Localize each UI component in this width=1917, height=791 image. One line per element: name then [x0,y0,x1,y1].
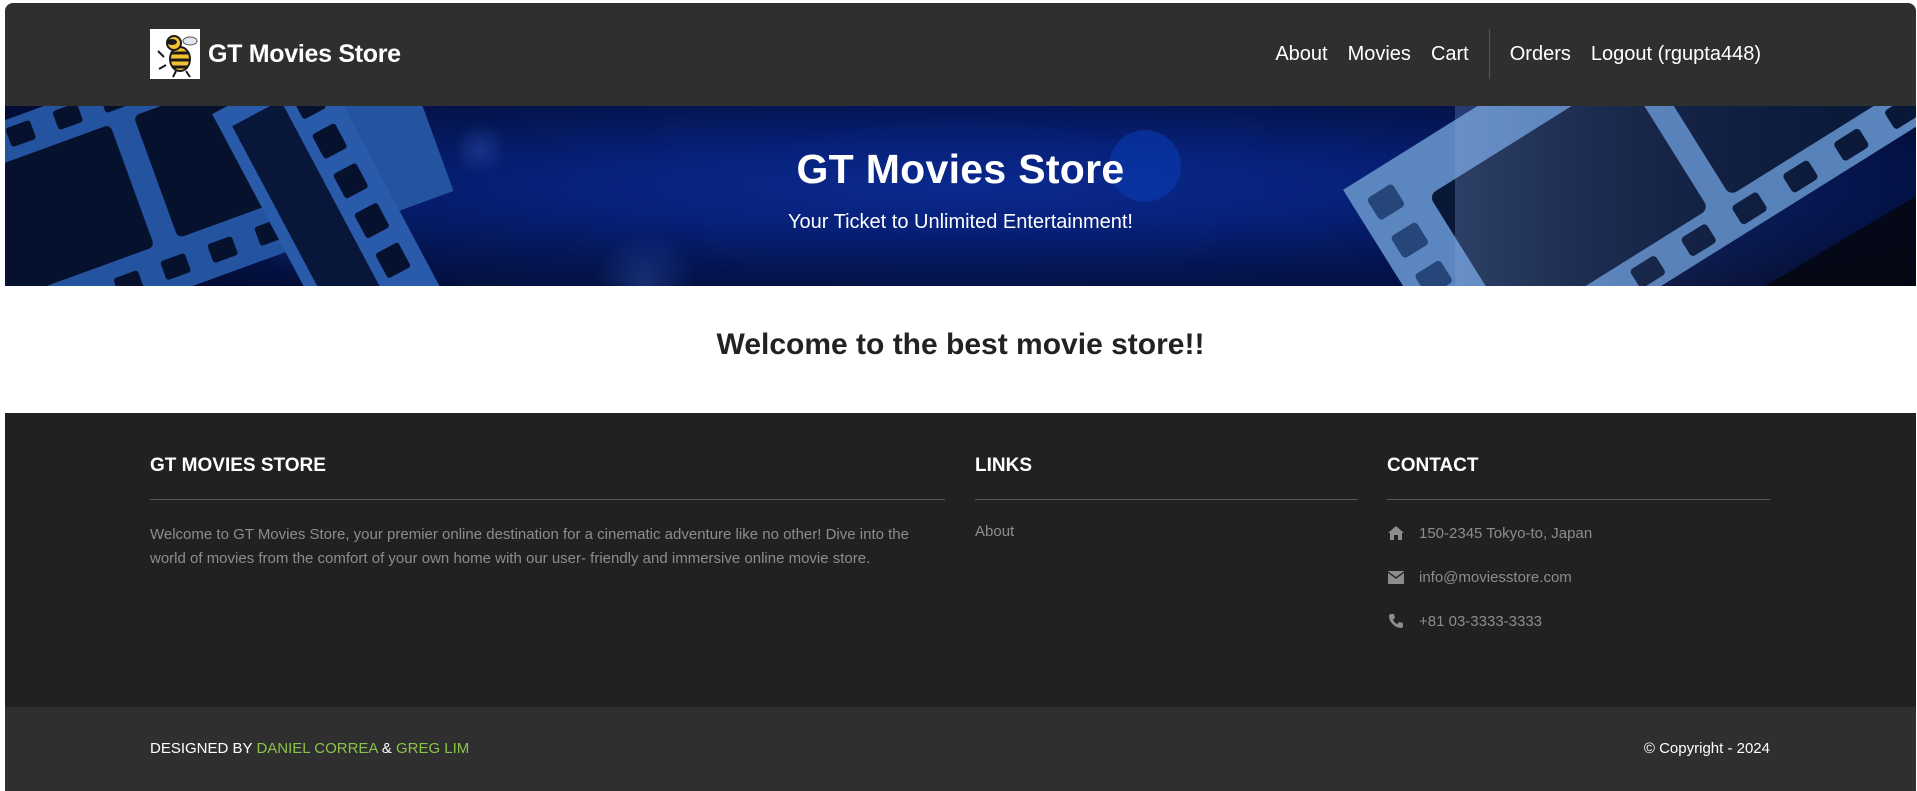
brand[interactable]: GT Movies Store [150,29,401,79]
brand-name: GT Movies Store [208,39,401,68]
home-icon [1387,524,1405,542]
welcome-section: Welcome to the best movie store!! [5,286,1916,413]
page-frame: GT Movies Store About Movies Cart Orders… [5,3,1916,791]
navbar: GT Movies Store About Movies Cart Orders… [5,3,1916,106]
nav-about[interactable]: About [1275,43,1327,66]
buzz-logo-icon [150,29,200,79]
hero-banner: GT Movies Store Your Ticket to Unlimited… [5,106,1916,286]
welcome-heading: Welcome to the best movie store!! [716,328,1205,361]
hero-subtitle: Your Ticket to Unlimited Entertainment! [788,211,1133,233]
contact-address-text: 150-2345 Tokyo-to, Japan [1419,524,1593,542]
phone-icon [1387,612,1405,630]
footer-contact-column: CONTACT 150-2345 Tokyo-to, Japan info@mo… [1387,455,1770,633]
footer-links-heading: LINKS [975,455,1358,500]
envelope-icon [1387,568,1405,586]
footer: GT MOVIES STORE Welcome to GT Movies Sto… [5,413,1916,707]
copyright: © Copyright - 2024 [1643,740,1770,757]
bottom-bar: DESIGNED BY DANIEL CORREA & GREG LIM © C… [5,707,1916,791]
contact-address: 150-2345 Tokyo-to, Japan [1387,521,1770,545]
nav-movies[interactable]: Movies [1348,43,1411,66]
nav-orders[interactable]: Orders [1510,43,1571,66]
nav-logout[interactable]: Logout (rgupta448) [1591,43,1761,66]
contact-email-text: info@moviesstore.com [1419,568,1572,586]
footer-about-heading: GT MOVIES STORE [150,455,945,500]
nav-divider [1488,29,1490,79]
footer-contact-heading: CONTACT [1387,455,1770,500]
contact-phone-text: +81 03-3333-3333 [1419,612,1543,630]
designed-by: DESIGNED BY DANIEL CORREA & GREG LIM [150,740,469,757]
footer-links-column: LINKS About [975,455,1358,540]
contact-phone: +81 03-3333-3333 [1387,609,1770,633]
footer-about-text: Welcome to GT Movies Store, your premier… [150,526,909,567]
designer-link-greg[interactable]: GREG LIM [396,740,469,757]
designed-by-ampersand: & [381,740,392,757]
designer-link-daniel[interactable]: DANIEL CORREA [256,740,377,757]
designed-by-label: DESIGNED BY [150,740,253,757]
nav-links: About Movies Cart Orders Logout (rgupta4… [1275,29,1761,79]
footer-link-about[interactable]: About [975,523,1358,540]
nav-cart[interactable]: Cart [1431,43,1469,66]
footer-about-column: GT MOVIES STORE Welcome to GT Movies Sto… [150,455,945,571]
hero-title: GT Movies Store [796,146,1125,192]
film-strip-background [5,106,1916,286]
contact-email: info@moviesstore.com [1387,565,1770,589]
